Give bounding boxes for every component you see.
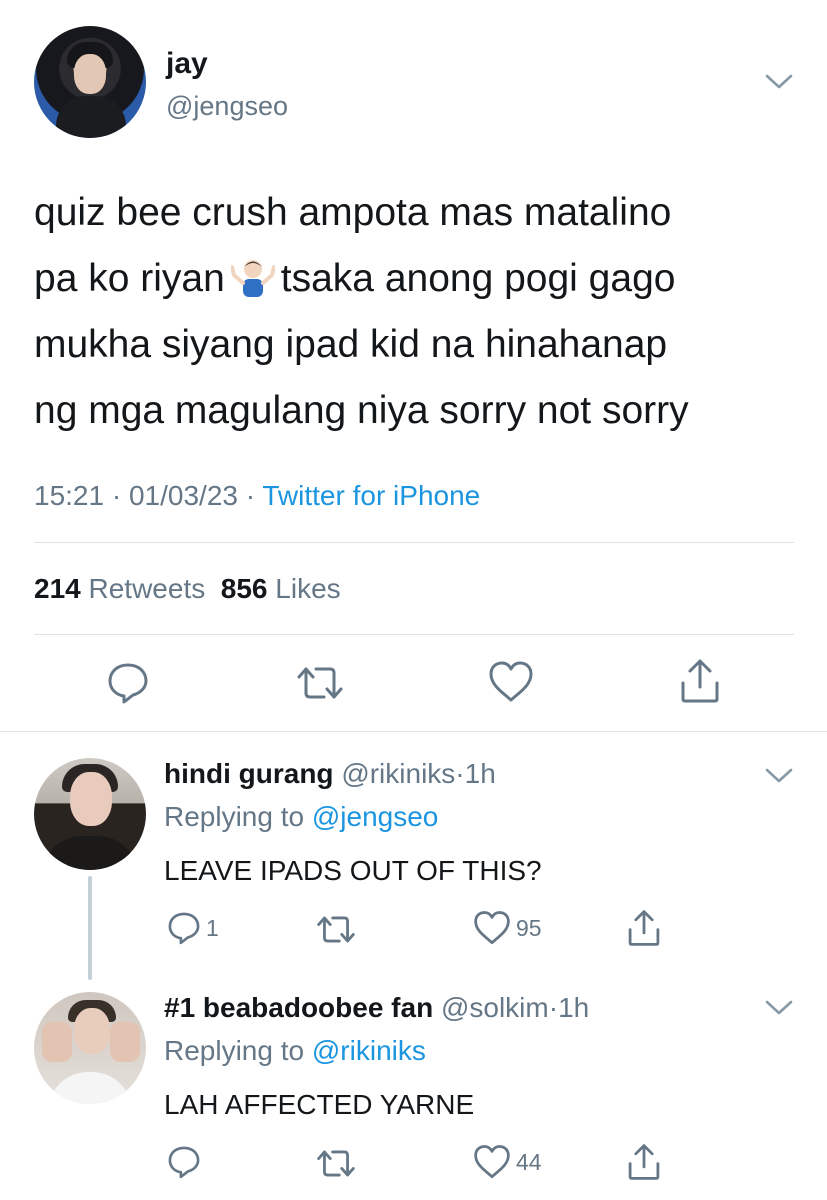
reply-avatar[interactable]	[34, 992, 146, 1104]
reply-icon[interactable]	[105, 660, 151, 706]
tweet-text-line: mukha siyang ipad kid na hinahanap	[34, 323, 668, 366]
reply-avatar[interactable]	[34, 758, 146, 870]
reply-author-handle[interactable]: @rikiniks	[341, 758, 455, 789]
like-count: 95	[516, 915, 542, 941]
tweet-text-line: pa ko riyan tsaka anong pogi gago	[34, 246, 804, 312]
retweets-label[interactable]: Retweets	[89, 573, 206, 604]
heart-icon[interactable]	[473, 910, 511, 946]
chevron-down-icon[interactable]	[764, 764, 794, 788]
retweet-icon[interactable]	[296, 663, 344, 703]
tweet-text-line: ng mga magulang niya sorry not sorry	[34, 389, 689, 432]
reply-header: hindi gurang @rikiniks·1h	[164, 758, 496, 790]
tweet-source-link[interactable]: Twitter for iPhone	[262, 480, 480, 511]
replying-to-handle[interactable]: @rikiniks	[312, 1035, 426, 1066]
replying-to: Replying to @jengseo	[164, 801, 438, 833]
author-name[interactable]: jay	[166, 47, 208, 81]
reply-count: 1	[206, 915, 219, 941]
tweet-text-segment: pa ko riyan	[34, 257, 225, 300]
separator-dot: ·	[548, 992, 559, 1023]
separator-dot: ·	[455, 758, 465, 789]
tweet-stats: 214 Retweets 856 Likes	[34, 573, 341, 605]
heart-icon[interactable]	[473, 1144, 511, 1180]
divider	[34, 634, 794, 635]
chevron-down-icon[interactable]	[764, 996, 794, 1020]
retweet-icon[interactable]	[316, 913, 356, 946]
reply-time: 1h	[464, 758, 496, 789]
tweet-text-segment: tsaka anong pogi gago	[280, 257, 676, 300]
reply-header: #1 beabadoobee fan @solkim·1h	[164, 992, 589, 1024]
reply-author-name[interactable]: #1 beabadoobee fan	[164, 992, 433, 1023]
reply-text: LEAVE IPADS OUT OF THIS?	[164, 855, 542, 886]
person-shrugging-emoji	[229, 252, 276, 297]
retweet-icon[interactable]	[316, 1147, 356, 1180]
reply-icon[interactable]	[166, 910, 202, 946]
author-avatar[interactable]	[34, 26, 146, 138]
author-handle[interactable]: @jengseo	[166, 91, 288, 122]
chevron-down-icon[interactable]	[764, 70, 794, 94]
separator-dot: ·	[111, 480, 122, 511]
divider	[0, 731, 827, 732]
heart-icon[interactable]	[488, 660, 534, 704]
tweet-time: 15:21	[34, 480, 105, 511]
likes-label[interactable]: Likes	[275, 573, 340, 604]
replying-to-label: Replying to	[164, 801, 305, 832]
share-icon[interactable]	[678, 657, 722, 705]
tweet-text: quiz bee crush ampota mas matalino pa ko…	[34, 180, 804, 444]
likes-count[interactable]: 856	[221, 573, 268, 604]
retweets-count[interactable]: 214	[34, 573, 81, 604]
replying-to-handle[interactable]: @jengseo	[312, 801, 439, 832]
reply-author-name[interactable]: hindi gurang	[164, 758, 334, 789]
separator-dot: ·	[245, 480, 256, 511]
replying-to: Replying to @rikiniks	[164, 1035, 426, 1067]
share-icon[interactable]	[626, 1142, 662, 1182]
like-count: 44	[516, 1149, 542, 1175]
reply-icon[interactable]	[166, 1144, 202, 1180]
share-icon[interactable]	[626, 908, 662, 948]
replying-to-label: Replying to	[164, 1035, 305, 1066]
reply-text: LAH AFFECTED YARNE	[164, 1089, 475, 1120]
tweet-meta: 15:21 · 01/03/23 · Twitter for iPhone	[34, 480, 480, 512]
reply-time: 1h	[558, 992, 590, 1023]
divider	[34, 542, 794, 543]
tweet-date: 01/03/23	[128, 480, 238, 511]
tweet-text-line: quiz bee crush ampota mas matalino	[34, 191, 672, 234]
reply-author-handle[interactable]: @solkim	[441, 992, 549, 1023]
thread-line	[88, 876, 92, 980]
